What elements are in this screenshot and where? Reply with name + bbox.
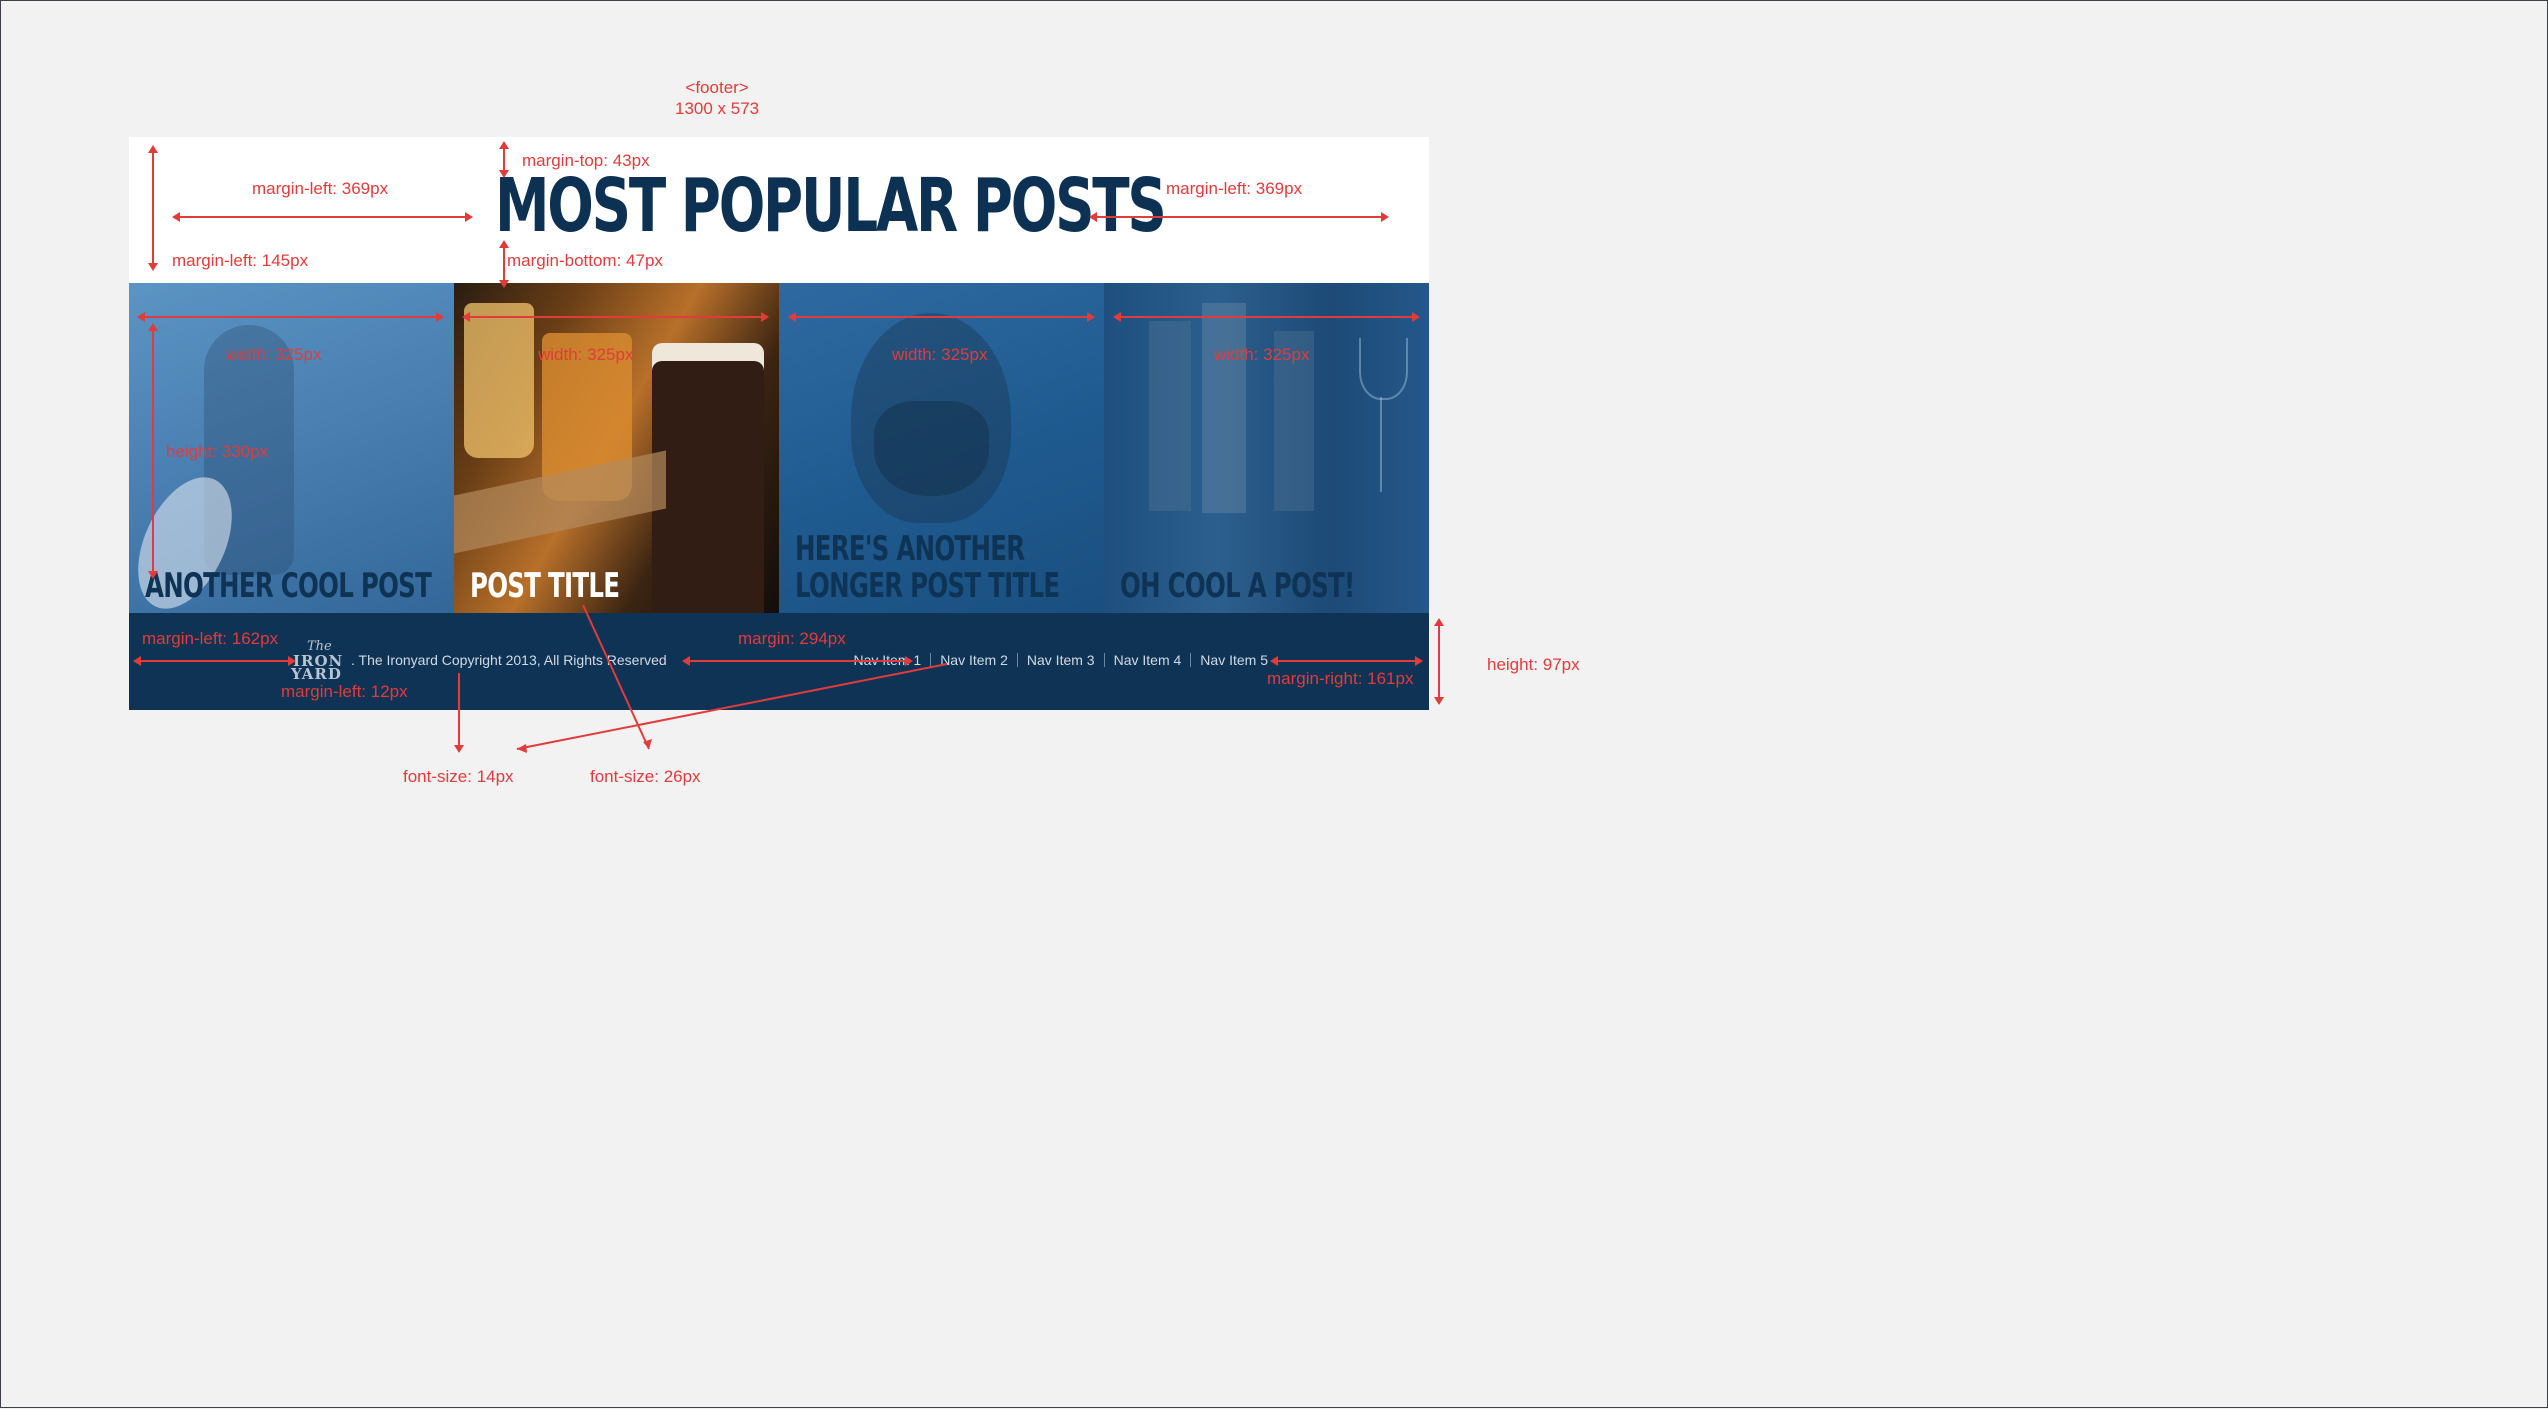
arrow-right-icon [1412,312,1420,322]
margin-top-label: margin-top: 43px [522,151,650,170]
post-title: HERE'S ANOTHER LONGER POST TITLE [795,529,1060,606]
arrow-left-icon [1270,656,1278,666]
horizontal-measure-line [687,660,905,662]
arrow-right-icon [761,312,769,322]
nav-item-4[interactable]: Nav Item 4 [1114,652,1182,668]
footer-mockup: MOST POPULAR POSTS ANOTHER COOL POST POS… [129,137,1429,710]
arrow-up-icon [148,323,158,331]
horizontal-measure-line [179,216,465,218]
arrow-down-icon [148,263,158,271]
margin-left-145-label: margin-left: 145px [172,251,309,270]
width-label: width: 325px [226,345,322,364]
nav-divider [1016,653,1018,667]
margin-294-label: margin: 294px [738,629,846,648]
arrow-left-icon [172,212,180,222]
post-card-3[interactable]: HERE'S ANOTHER LONGER POST TITLE [779,283,1104,613]
nav-divider [1190,653,1192,667]
vertical-measure-line [152,151,154,263]
most-popular-posts-heading: MOST POPULAR POSTS [495,163,1167,249]
horizontal-measure-line [1276,660,1415,662]
arrow-right-icon [1381,212,1389,222]
height-97-label: height: 97px [1487,655,1580,674]
section-header: MOST POPULAR POSTS [129,137,1429,283]
footer-navigation: Nav Item 1 Nav Item 2 Nav Item 3 Nav Ite… [853,652,1268,668]
arrow-left-icon [1089,212,1097,222]
width-label: width: 325px [1214,345,1310,364]
nav-item-5[interactable]: Nav Item 5 [1200,652,1268,668]
margin-left-162-label: margin-left: 162px [142,629,279,648]
footer-tag-label: <footer> 1300 x 573 [675,78,760,119]
arrow-up-icon [148,145,158,153]
vertical-measure-line [503,245,505,280]
width-label: width: 325px [892,345,988,364]
font-size-14-label: font-size: 14px [403,767,514,786]
beard-shape [874,401,989,496]
arrow-right-icon [905,656,913,666]
post-title: POST TITLE [470,566,620,606]
post-card-2[interactable]: POST TITLE [454,283,779,613]
margin-left-label: margin-left: 369px [252,179,389,198]
arrow-left-icon [682,656,690,666]
font-size-26-label: font-size: 26px [590,767,701,786]
horizontal-measure-line [1118,316,1412,318]
post-title: OH COOL A POST! [1120,566,1355,606]
arrow-right-icon [465,212,473,222]
margin-right-label: margin-right: 161px [1267,669,1414,688]
nav-item-2[interactable]: Nav Item 2 [940,652,1008,668]
nav-item-3[interactable]: Nav Item 3 [1027,652,1095,668]
arrow-up-icon [499,141,509,149]
horizontal-measure-line [142,316,436,318]
horizontal-measure-line [1095,216,1381,218]
arrow-right-icon [1415,656,1423,666]
dark-beer-image [652,343,764,613]
arrow-down-icon [499,280,509,288]
arrow-right-icon [1087,312,1095,322]
arrow-up-icon [1434,618,1444,626]
width-label: width: 325px [538,345,634,364]
beer-glass-image [464,303,534,458]
margin-left-label: margin-left: 369px [1166,179,1303,198]
height-label: height: 330px [166,442,269,461]
arrow-down-icon [499,170,509,178]
arrow-left-icon [133,656,141,666]
arrow-left-icon [462,312,470,322]
arrow-up-icon [499,240,509,248]
arrow-down-icon [148,571,158,579]
horizontal-measure-line [793,316,1087,318]
bottle-image [1149,321,1191,511]
horizontal-measure-line [138,660,288,662]
post-card-4[interactable]: OH COOL A POST! [1104,283,1429,613]
glass-stem-image [1380,397,1382,492]
arrow-right-icon [288,656,296,666]
nav-divider [1103,653,1105,667]
nav-divider [930,653,932,667]
arrow-left-icon [137,312,145,322]
arrow-left-icon [788,312,796,322]
margin-left-12-label: margin-left: 12px [281,682,408,701]
martini-glass-image [1359,338,1408,400]
bottle-image [1202,303,1246,513]
arrow-down-icon [1434,697,1444,705]
margin-bottom-label: margin-bottom: 47px [507,251,663,270]
iron-yard-logo[interactable]: The IRON YARD [291,639,342,683]
vertical-measure-line [152,329,154,571]
vertical-measure-line [503,146,505,170]
vertical-measure-line [1438,624,1440,697]
arrow-right-icon [436,312,444,322]
posts-grid: ANOTHER COOL POST POST TITLE HERE'S ANOT… [129,283,1429,613]
arrow-left-icon [1113,312,1121,322]
post-title: ANOTHER COOL POST [145,566,432,606]
horizontal-measure-line [467,316,761,318]
copyright-text: . The Ironyard Copyright 2013, All Right… [351,652,667,668]
